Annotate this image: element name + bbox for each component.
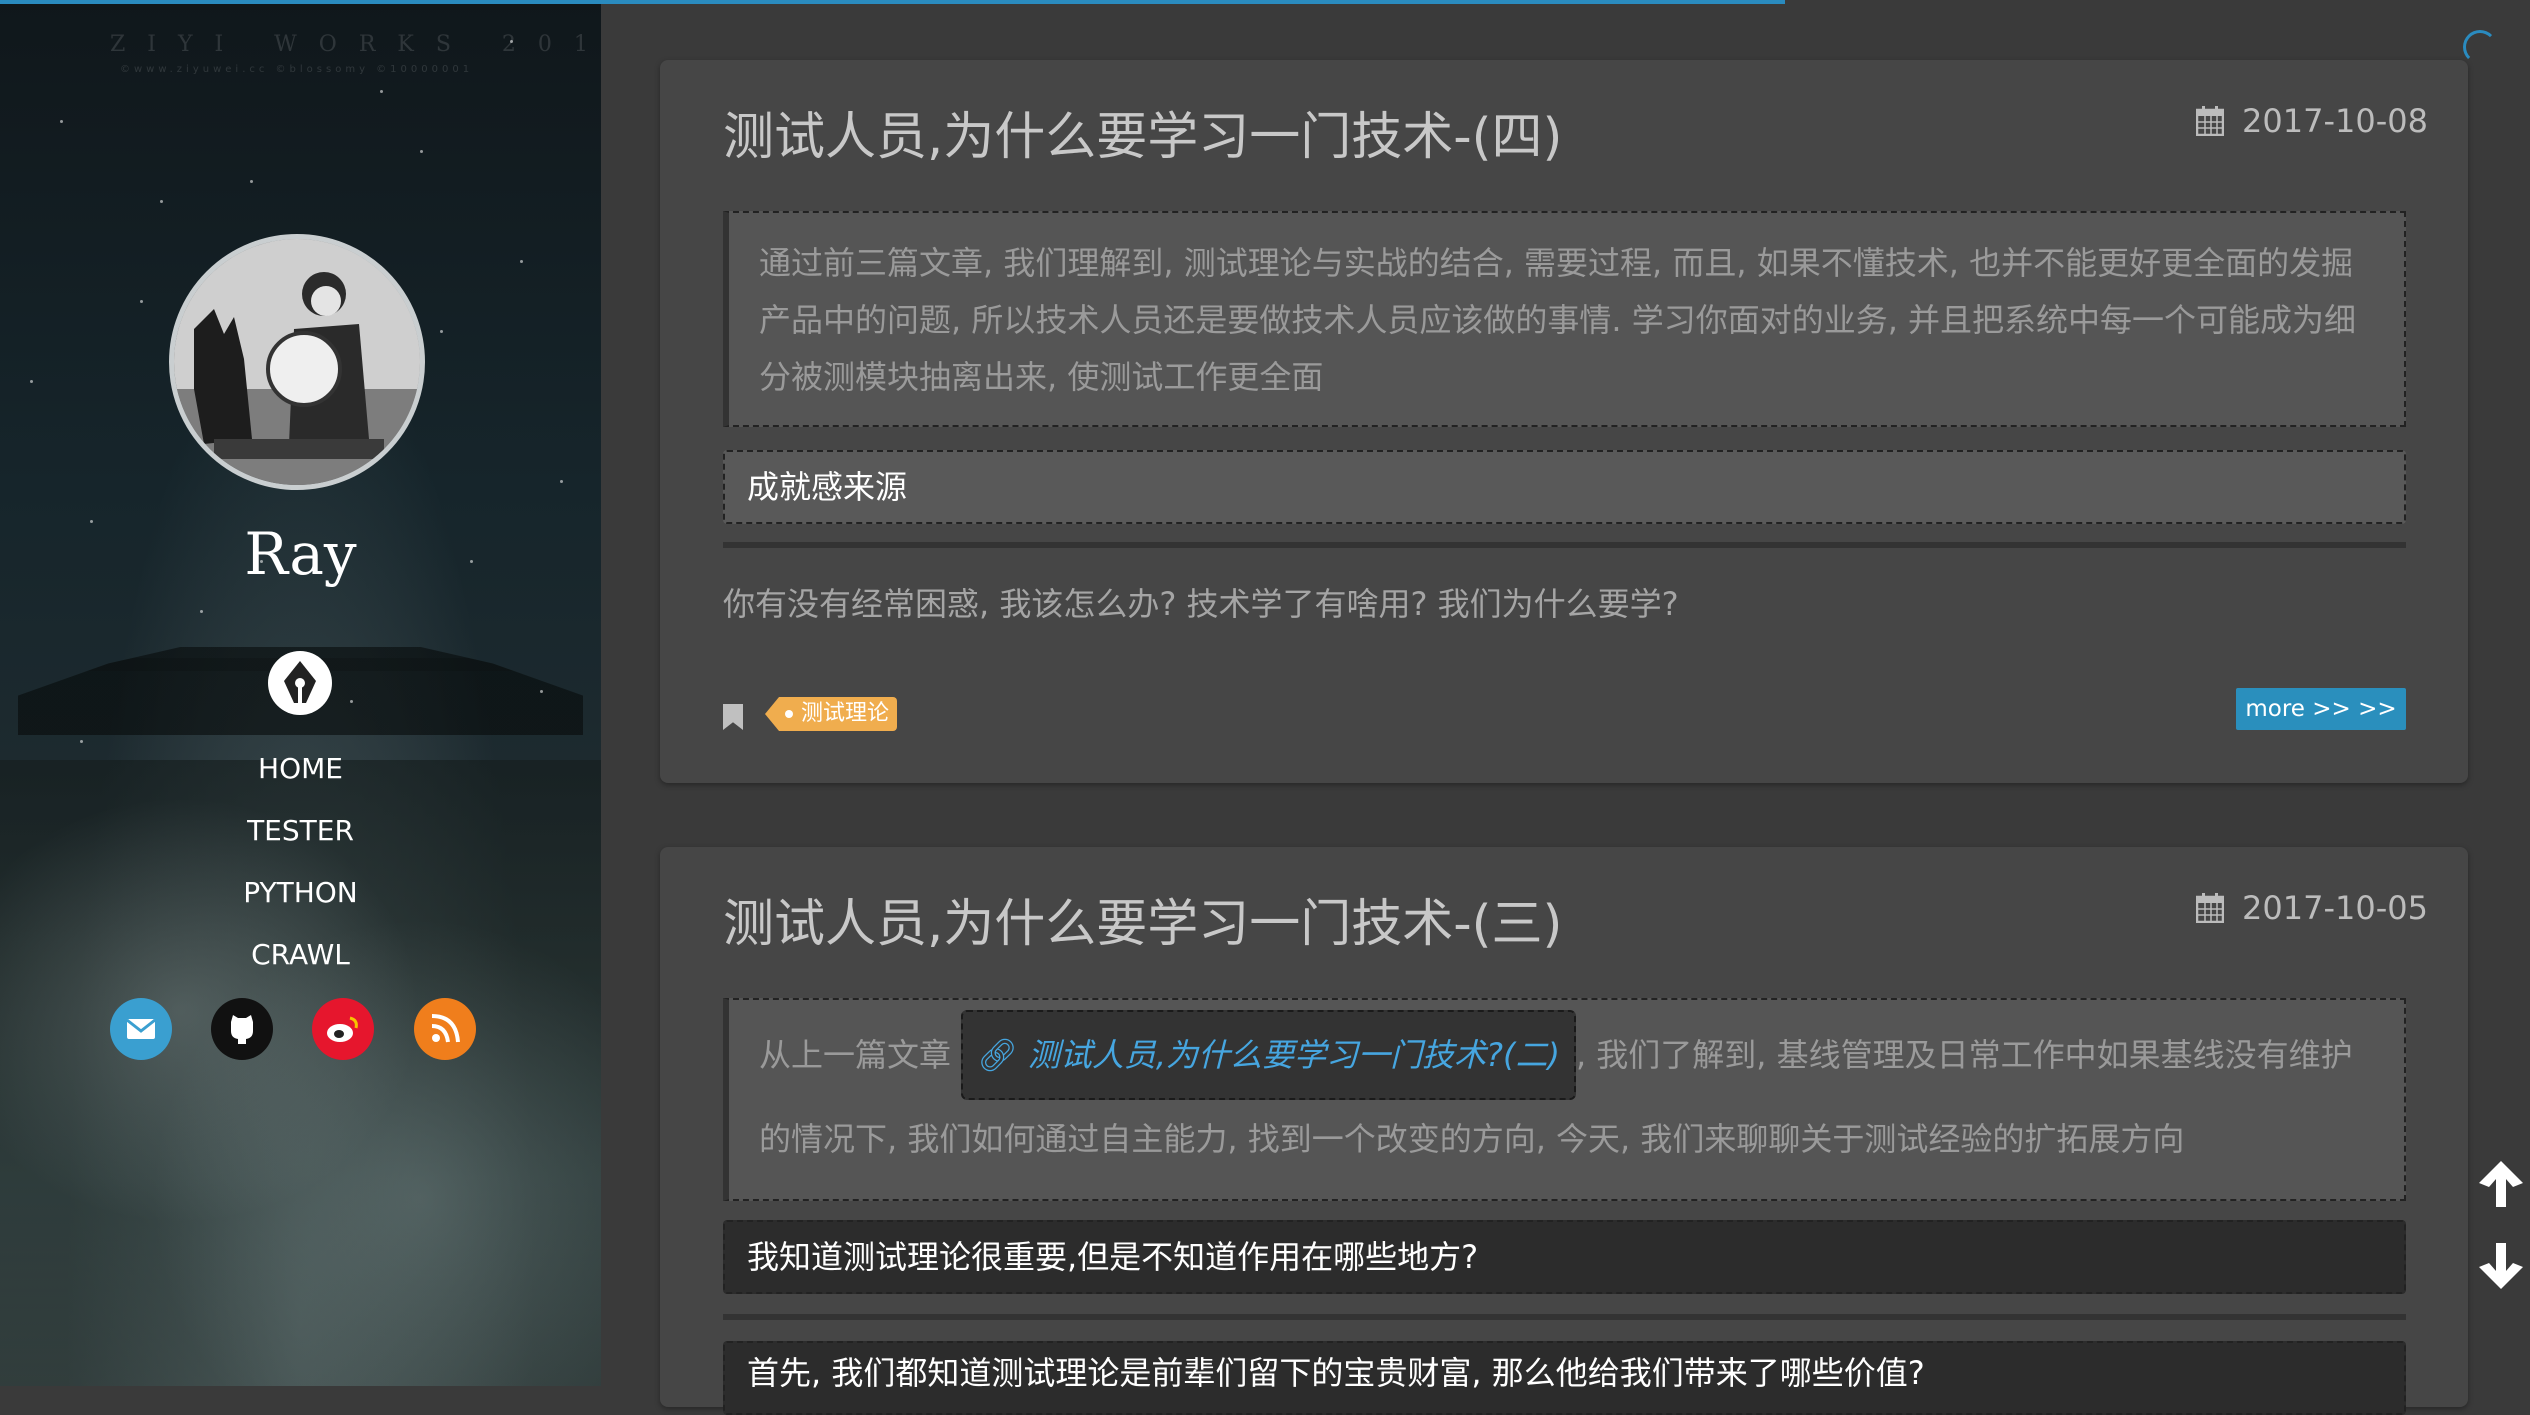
snowflake [540, 690, 543, 693]
snowflake [200, 610, 203, 613]
snowflake [520, 260, 523, 263]
avatar-photo [174, 239, 420, 485]
snowflake [420, 150, 423, 153]
post-date: 2017-10-05 [2196, 889, 2428, 927]
post-summary: 你有没有经常困惑, 我该怎么办? 技术学了有啥用? 我们为什么要学? [723, 585, 1679, 623]
post-card: 测试人员,为什么要学习一门技术-(四) 2017-10-08 通过前三篇文章, … [660, 60, 2468, 783]
nav-item-python[interactable]: PYTHON [0, 862, 601, 924]
avatar[interactable] [169, 234, 425, 490]
nav-item-crawl[interactable]: CRAWL [0, 924, 601, 986]
watermark-sub: ©www.ziyuwei.cc ©blossomy ©10000001 [120, 64, 474, 75]
snowflake [30, 380, 33, 383]
sidebar: ZIYI WORKS 2016 ©www.ziyuwei.cc ©blossom… [0, 0, 601, 1386]
loading-spinner [2463, 30, 2497, 64]
mail-link[interactable] [110, 998, 172, 1060]
weibo-icon [327, 1016, 358, 1042]
main-nav: HOME TESTER PYTHON CRAWL [0, 738, 601, 986]
blog-logo[interactable] [268, 651, 332, 715]
page-load-progress [0, 0, 1785, 4]
tag-badge[interactable]: 测试理论 [765, 697, 898, 731]
link-icon: 🔗︎ [977, 1036, 1018, 1074]
tag-label: 测试理论 [801, 701, 890, 726]
pen-nib-icon [284, 661, 316, 703]
scroll-up-icon[interactable] [2475, 1157, 2527, 1209]
post-card: 测试人员,为什么要学习一门技术-(三) 2017-10-05 从上一篇文章 🔗︎… [660, 847, 2468, 1415]
snowflake [250, 180, 253, 183]
bookmark-icon [723, 704, 743, 730]
post-date: 2017-10-08 [2196, 102, 2428, 140]
scroll-down-icon[interactable] [2475, 1241, 2527, 1293]
link-label: 测试人员,为什么要学习一门技术?(二) [1027, 1036, 1560, 1074]
watermark: ZIYI WORKS 2016 [110, 32, 601, 57]
post-abstract: 从上一篇文章 🔗︎ 测试人员,为什么要学习一门技术?(二), 我们了解到, 基线管… [723, 998, 2406, 1201]
more-button[interactable]: more >> >> [2236, 688, 2406, 730]
nav-item-tester[interactable]: TESTER [0, 800, 601, 862]
tag-dot [785, 710, 793, 718]
post-date-text: 2017-10-08 [2242, 102, 2428, 140]
abstract-text: 从上一篇文章 [759, 1036, 952, 1074]
post-subheading: 我知道测试理论很重要,但是不知道作用在哪些地方? [723, 1220, 2406, 1294]
snowflake [160, 200, 163, 203]
rss-link[interactable] [414, 998, 476, 1060]
post-abstract: 通过前三篇文章, 我们理解到, 测试理论与实战的结合, 需要过程, 而且, 如果… [723, 211, 2406, 427]
snowflake [140, 300, 143, 303]
rss-icon [431, 1014, 460, 1043]
github-icon [231, 1015, 253, 1044]
snowflake [440, 330, 443, 333]
snowflake [510, 40, 513, 43]
github-link[interactable] [211, 998, 273, 1060]
mail-icon [126, 1018, 156, 1039]
post-subheading: 成就感来源 [723, 450, 2406, 524]
snowflake [350, 700, 353, 703]
calendar-icon [2196, 106, 2225, 136]
nav-item-home[interactable]: HOME [0, 738, 601, 800]
snowflake [560, 480, 563, 483]
post-title[interactable]: 测试人员,为什么要学习一门技术-(四) [723, 95, 1562, 169]
divider [723, 1314, 2406, 1320]
author-name: Ray [244, 520, 357, 588]
divider [723, 542, 2406, 548]
article-link[interactable]: 🔗︎ 测试人员,为什么要学习一门技术?(二) [961, 1010, 1576, 1100]
post-title[interactable]: 测试人员,为什么要学习一门技术-(三) [723, 882, 1562, 956]
post-date-text: 2017-10-05 [2242, 889, 2428, 927]
snowflake [60, 120, 63, 123]
calendar-icon [2196, 893, 2225, 923]
weibo-link[interactable] [312, 998, 374, 1060]
snowflake [380, 90, 383, 93]
post-paragraph: 首先, 我们都知道测试理论是前辈们留下的宝贵财富, 那么他给我们带来了哪些价值? [723, 1341, 2406, 1415]
